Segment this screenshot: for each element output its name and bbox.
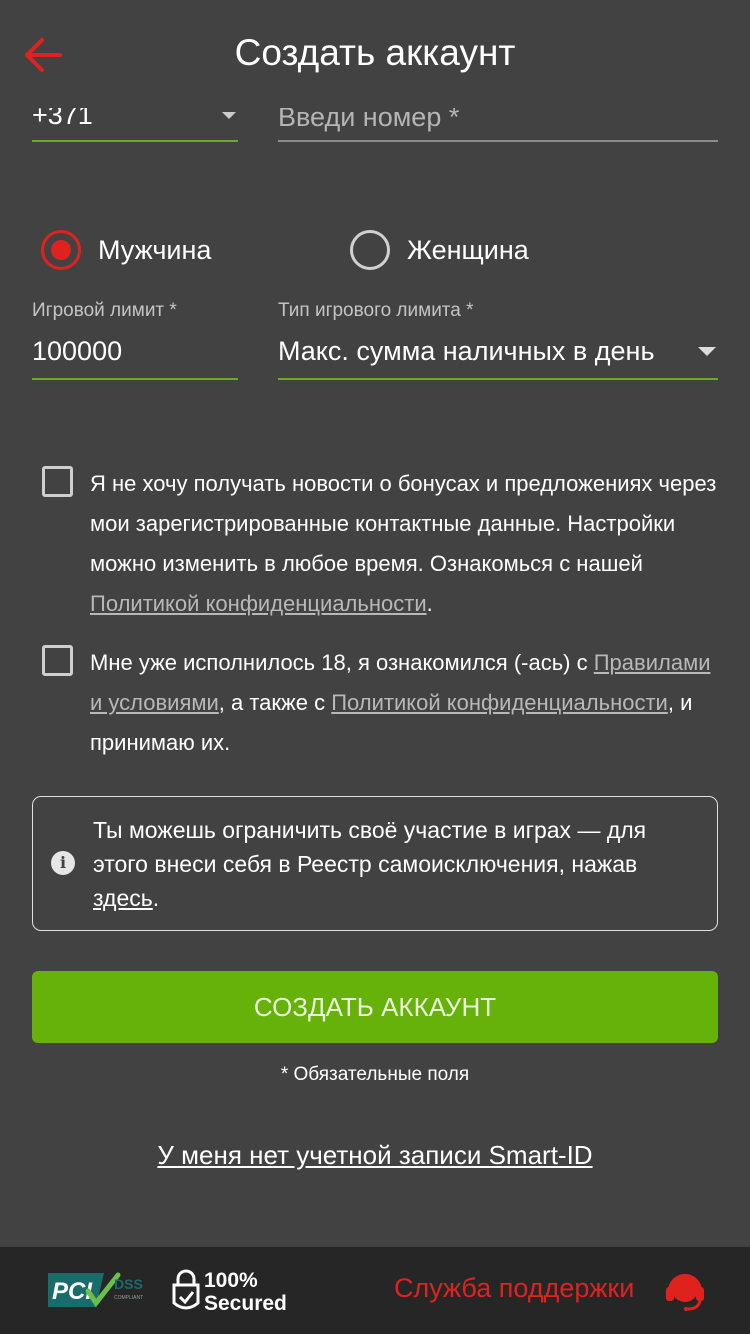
create-account-button[interactable]: СОЗДАТЬ АККАУНТ — [32, 971, 718, 1043]
consent-age-text-part: Мне уже исполнилось 18, я ознакомился (-… — [90, 650, 594, 675]
consent-age-text: Мне уже исполнилось 18, я ознакомился (-… — [90, 643, 718, 763]
privacy-policy-link[interactable]: Политикой конфиденциальности — [90, 591, 427, 616]
consent-news-text: Я не хочу получать новости о бонусах и п… — [90, 464, 718, 624]
no-smartid-row: У меня нет учетной записи Smart-ID — [0, 1140, 750, 1171]
svg-text:DSS: DSS — [114, 1276, 143, 1292]
consent-age-row: Мне уже исполнилось 18, я ознакомился (-… — [42, 645, 718, 765]
gender-female-label: Женщина — [407, 234, 529, 265]
chevron-down-icon — [222, 112, 236, 119]
self-exclusion-text-part: Ты можешь ограничить своё участие в игра… — [93, 817, 647, 877]
self-exclusion-link[interactable]: здесь — [93, 885, 153, 911]
no-smartid-link[interactable]: У меня нет учетной записи Smart-ID — [157, 1140, 592, 1170]
limit-type-label: Тип игрового лимита * — [278, 300, 474, 321]
info-icon: i — [51, 851, 75, 875]
limit-type-value: Макс. сумма наличных в день — [278, 336, 655, 366]
page-title: Создать аккаунт — [234, 32, 516, 73]
limit-amount-value: 100000 — [32, 336, 123, 366]
limit-amount-label: Игровой лимит * — [32, 300, 177, 321]
radio-unselected-icon[interactable] — [350, 230, 390, 270]
gender-option-female[interactable]: Женщина — [350, 228, 529, 272]
required-fields-note: * Обязательные поля — [280, 1064, 470, 1085]
footer-bar: PCI DSS COMPLIANT 100% Secured Служба по… — [0, 1247, 750, 1334]
self-exclusion-text: Ты можешь ограничить своё участие в игра… — [93, 813, 697, 915]
limit-type-select[interactable]: Макс. сумма наличных в день — [278, 330, 718, 380]
support-link[interactable]: Служба поддержки — [394, 1273, 634, 1304]
self-exclusion-info-box: i Ты можешь ограничить своё участие в иг… — [32, 796, 718, 931]
consent-news-row: Я не хочу получать новости о бонусах и п… — [42, 466, 718, 626]
svg-text:Secured: Secured — [204, 1292, 287, 1315]
radio-selected-icon[interactable] — [41, 230, 81, 270]
consent-age-text-part: , а также с — [218, 690, 332, 715]
chevron-down-icon — [698, 347, 716, 356]
svg-text:COMPLIANT: COMPLIANT — [114, 1295, 143, 1301]
consent-news-text-end: . — [426, 591, 433, 616]
gender-male-label: Мужчина — [98, 234, 212, 265]
self-exclusion-text-end: . — [152, 885, 160, 911]
consent-news-text-part: Я не хочу получать новости о бонусах и п… — [90, 471, 717, 576]
consent-age-checkbox[interactable] — [42, 645, 73, 676]
headset-icon[interactable] — [664, 1267, 706, 1311]
consent-news-checkbox[interactable] — [42, 466, 73, 497]
privacy-policy-link[interactable]: Политикой конфиденциальности — [331, 690, 668, 715]
secured-logo: 100% Secured — [172, 1269, 287, 1315]
svg-text:100%: 100% — [204, 1269, 258, 1292]
gender-option-male[interactable]: Мужчина — [41, 228, 211, 272]
pci-dss-logo: PCI DSS COMPLIANT — [48, 1272, 143, 1308]
limit-amount-field[interactable]: 100000 — [32, 330, 238, 380]
header-bar: Создать аккаунт — [0, 0, 750, 108]
